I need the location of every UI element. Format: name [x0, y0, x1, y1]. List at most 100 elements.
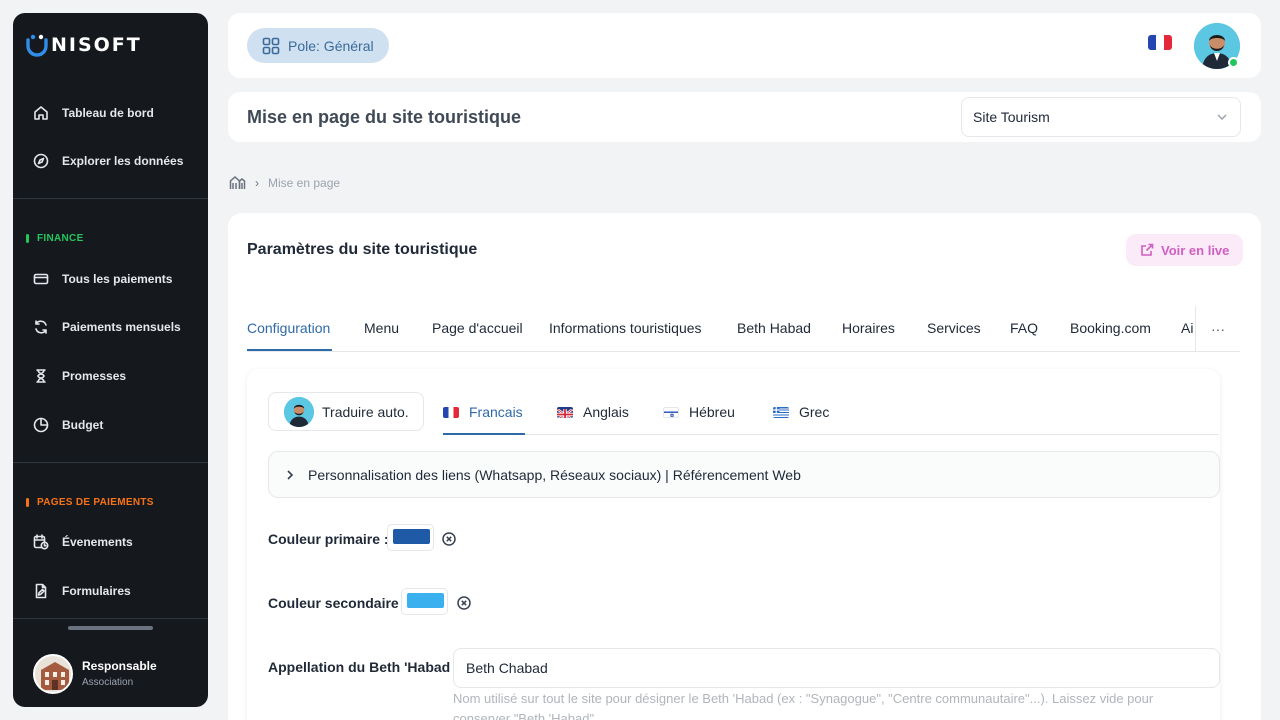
tab-beth-habad[interactable]: Beth Habad: [737, 320, 811, 336]
online-status-indicator: [1228, 57, 1239, 68]
section-payment-pages-label: PAGES DE PAIEMENTS: [37, 497, 154, 508]
sidebar-item-label: Tableau de bord: [62, 106, 154, 120]
brand-name: NISOFT: [51, 34, 142, 56]
sidebar-item-events[interactable]: Évenements: [33, 534, 133, 550]
language-tabs: Francais Anglais Hébreu Grec: [443, 392, 1219, 435]
sidebar-item-budget[interactable]: Budget: [33, 417, 103, 433]
accordion-title: Personnalisation des liens (Whatsapp, Ré…: [308, 466, 801, 483]
grid-icon: [262, 37, 280, 54]
compass-icon: [33, 153, 49, 169]
sidebar-user[interactable]: Responsable Association: [13, 618, 208, 707]
translator-avatar: [284, 396, 314, 427]
view-live-label: Voir en live: [1161, 242, 1230, 258]
refresh-icon: [35, 320, 47, 334]
sidebar: NISOFT Tableau de bord Explorer les donn…: [13, 13, 208, 707]
language-tab-fr[interactable]: Francais: [443, 404, 523, 420]
tab-home-page[interactable]: Page d'accueil: [432, 320, 523, 336]
flag-uk-icon: [557, 406, 573, 418]
user-name: Responsable: [82, 659, 157, 673]
site-select-value: Site Tourism: [973, 109, 1050, 125]
settings-card: Paramètres du site touristique Voir en l…: [228, 213, 1261, 720]
institution-icon[interactable]: [229, 175, 246, 190]
language-label: Grec: [799, 404, 830, 420]
clear-secondary-color-icon[interactable]: [457, 596, 471, 610]
view-live-button[interactable]: Voir en live: [1126, 234, 1244, 266]
auto-translate-label: Traduire auto.: [322, 403, 409, 420]
section-finance: FINANCE: [26, 233, 84, 244]
sidebar-item-label: Paiements mensuels: [62, 320, 181, 334]
beth-habad-name-label: Appellation du Beth 'Habad :: [268, 659, 459, 675]
tab-booking[interactable]: Booking.com: [1070, 320, 1151, 336]
home-icon: [34, 106, 48, 120]
tab-tourist-info[interactable]: Informations touristiques: [549, 320, 702, 336]
auto-translate-button[interactable]: Traduire auto.: [268, 392, 424, 431]
sidebar-item-explore[interactable]: Explorer les données: [33, 153, 183, 169]
secondary-color-swatch: [407, 593, 444, 608]
active-language-indicator: [443, 433, 525, 435]
tab-menu[interactable]: Menu: [364, 320, 399, 336]
chevron-down-icon: [1217, 114, 1227, 121]
user-role: Association: [82, 677, 134, 688]
sidebar-item-label: Tous les paiements: [62, 272, 173, 286]
tab-ai[interactable]: Ai: [1181, 320, 1193, 336]
brand-logo[interactable]: NISOFT: [25, 33, 142, 57]
language-tab-el[interactable]: Grec: [773, 404, 829, 420]
calendar-clock-icon: [33, 534, 49, 550]
hourglass-icon: [36, 369, 46, 383]
sidebar-item-label: Formulaires: [62, 584, 131, 598]
language-label: Hébreu: [689, 404, 735, 420]
language-label: Francais: [469, 404, 523, 420]
flag-fr-icon: [443, 406, 459, 418]
sidebar-item-label: Budget: [62, 418, 104, 432]
settings-tabs: Configuration Menu Page d'accueil Inform…: [247, 306, 1195, 352]
secondary-color-picker[interactable]: [401, 588, 448, 615]
building-icon: [35, 656, 71, 692]
language-tab-en[interactable]: Anglais: [557, 404, 629, 420]
sidebar-item-forms[interactable]: Formulaires: [33, 583, 131, 599]
page-title: Mise en page du site touristique: [247, 107, 522, 127]
unisoft-logo-icon: [26, 34, 48, 57]
credit-card-icon: [33, 273, 49, 285]
flag-gr-icon: [773, 406, 789, 418]
sidebar-item-pledges[interactable]: Promesses: [33, 368, 126, 384]
more-tabs-button[interactable]: ···: [1195, 306, 1240, 352]
clear-primary-color-icon[interactable]: [442, 532, 456, 546]
tab-services[interactable]: Services: [927, 320, 981, 336]
flag-fr-icon[interactable]: [1148, 35, 1172, 50]
breadcrumb-current: Mise en page: [268, 175, 341, 190]
site-select[interactable]: Site Tourism: [961, 97, 1241, 137]
tab-faq[interactable]: FAQ: [1010, 320, 1038, 336]
person-icon: [284, 396, 314, 427]
pole-selector[interactable]: Pole: Général: [247, 28, 389, 63]
primary-color-picker[interactable]: [387, 524, 434, 551]
language-label: Anglais: [583, 404, 629, 420]
language-tab-he[interactable]: Hébreu: [663, 404, 735, 420]
sidebar-item-label: Évenements: [62, 535, 133, 549]
sidebar-item-label: Promesses: [62, 369, 127, 383]
section-finance-label: FINANCE: [37, 233, 84, 244]
breadcrumb-separator: ›: [255, 175, 259, 190]
primary-color-label: Couleur primaire :: [268, 531, 389, 547]
page-header: Mise en page du site touristique Site To…: [228, 92, 1261, 142]
card-title: Paramètres du site touristique: [247, 241, 478, 258]
primary-color-swatch: [393, 529, 430, 544]
tab-configuration[interactable]: Configuration: [247, 320, 330, 336]
section-marker: [26, 498, 29, 507]
document-edit-icon: [35, 583, 47, 599]
section-marker: [26, 234, 29, 243]
sidebar-item-dashboard[interactable]: Tableau de bord: [33, 105, 154, 121]
configuration-panel: Traduire auto. Francais Anglais Hébreu G…: [247, 369, 1220, 720]
chevron-right-icon: [287, 469, 294, 480]
association-avatar: [33, 654, 73, 694]
sidebar-item-monthly-payments[interactable]: Paiements mensuels: [33, 319, 181, 335]
external-link-icon: [1141, 243, 1154, 256]
sidebar-item-label: Explorer les données: [62, 154, 184, 168]
pole-label: Pole: Général: [288, 37, 374, 54]
tab-schedules[interactable]: Horaires: [842, 320, 895, 336]
section-payment-pages: PAGES DE PAIEMENTS: [26, 497, 154, 508]
links-seo-accordion[interactable]: Personnalisation des liens (Whatsapp, Ré…: [268, 451, 1220, 498]
beth-habad-name-input[interactable]: [453, 648, 1220, 688]
sidebar-item-all-payments[interactable]: Tous les paiements: [33, 271, 172, 287]
pie-chart-icon: [33, 417, 49, 433]
sidebar-divider: [13, 198, 208, 199]
